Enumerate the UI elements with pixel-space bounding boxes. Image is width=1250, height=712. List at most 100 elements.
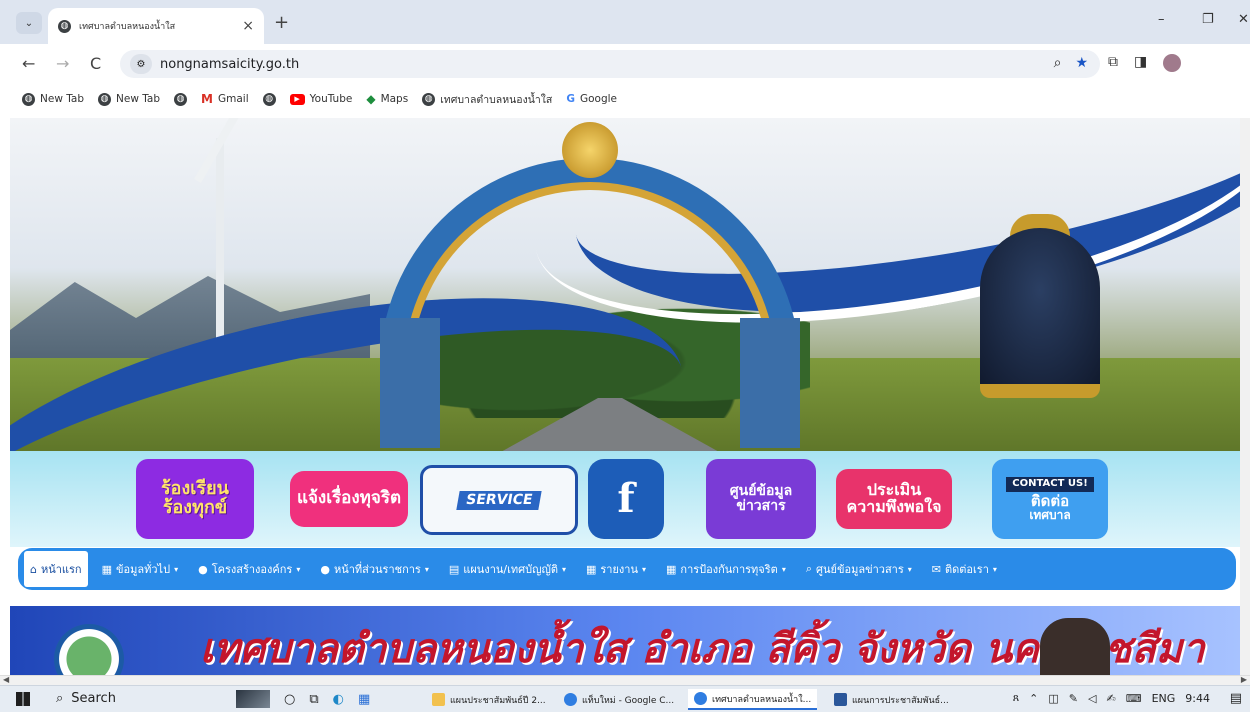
report-corruption-button[interactable]: แจ้งเรื่องทุจริต [290,471,408,527]
globe-icon: ◍ [58,19,71,33]
globe-icon: ◍ [262,92,276,106]
chevron-down-icon: ▾ [907,564,912,574]
chevron-down-icon: ▾ [781,564,786,574]
complaint-button[interactable]: ร้องเรียน ร้องทุกข์ [136,459,254,539]
taskbar-search[interactable]: ⌕ Search [56,691,116,706]
nav-org-structure[interactable]: ● โครงสร้างองค์กร ▾ [192,554,306,584]
bell-graphic [980,228,1100,398]
new-tab-button[interactable]: + [274,12,289,33]
edge-icon[interactable]: ◐ [333,692,344,707]
taskbar-app-chrome-municipality[interactable]: เทศบาลตำบลหนองน้ำใ... [688,689,818,710]
nav-general-info[interactable]: ▦ ข้อมูลทั่วไป ▾ [96,554,184,584]
scroll-left-icon[interactable]: ◀ [3,675,9,684]
header-banner-image [10,118,1240,451]
side-panel-icon[interactable]: ◨ [1134,54,1147,72]
cortana-icon[interactable]: ○ [284,692,295,707]
youtube-icon: ▶ [289,93,305,105]
e-service-button[interactable]: SERVICE [420,465,578,535]
language-indicator[interactable]: ENG [1152,692,1176,705]
home-icon: ⌂ [30,562,37,576]
bookmark-google[interactable]: G Google [566,93,617,105]
bookmark-untitled-1[interactable]: ◍ [174,92,188,106]
nav-home[interactable]: ⌂ หน้าแรก [24,551,88,587]
title-banner: เทศบาลตำบลหนองน้ำใส อำเภอ สีคิ้ว จังหวัด… [10,606,1240,675]
vertical-scrollbar[interactable] [1240,118,1250,675]
address-bar[interactable]: ⚙ nongnamsaicity.go.th ⌕ ★ [120,50,1100,78]
bookmark-new-tab-2[interactable]: ◍ New Tab [98,92,160,106]
profile-avatar[interactable] [1163,54,1182,72]
grid-icon: ▦ [101,562,112,576]
wind-turbine-graphic [216,138,224,368]
nav-plans[interactable]: ▤ แผนงาน/เทศบัญญัติ ▾ [443,554,572,584]
google-icon: G [566,93,575,105]
info-center-button[interactable]: ศูนย์ข้อมูล ข่าวสาร [706,459,816,539]
chevron-down-icon: ▾ [424,564,429,574]
widgets-thumbnail[interactable] [236,690,270,708]
browser-toolbar: ← → C ⚙ nongnamsaicity.go.th ⌕ ★ ⧉ ◨ [0,44,1250,84]
chevron-down-icon: ▾ [296,564,301,574]
network-icon[interactable]: ◫ [1048,692,1058,705]
back-button[interactable]: ← [22,54,35,73]
mail-icon: ✉ [931,562,941,576]
clock[interactable]: 9:44 [1185,692,1210,705]
service-links-strip: ร้องเรียน ร้องทุกข์ แจ้งเรื่องทุจริต SERV… [10,451,1240,547]
minimize-button[interactable]: – [1158,12,1165,27]
url-text: nongnamsaicity.go.th [160,56,300,72]
system-tray: ጸ ⌃ ◫ ✎ ◁ ✍ ⌨ ENG 9:44 [1013,691,1210,705]
bookmark-municipality[interactable]: ◍ เทศบาลตำบลหนองน้ำใส [422,91,552,108]
site-info-icon[interactable]: ⚙ [130,54,152,74]
chrome-icon [564,693,577,706]
taskbar-app-file-explorer[interactable]: แผนประชาสัมพันธ์ปี 2... [426,689,552,710]
store-icon[interactable]: ▦ [358,692,370,707]
volume-muted-icon[interactable]: ◁ [1088,692,1096,705]
nav-info-center[interactable]: ⌕ ศูนย์ข้อมูลข่าวสาร ▾ [800,554,918,584]
zoom-icon[interactable]: ⌕ [1054,55,1062,71]
notifications-icon[interactable]: ▤ [1230,691,1242,706]
taskbar-app-chrome-newtab[interactable]: แท็บใหม่ - Google C... [558,689,680,710]
chrome-icon [694,692,707,705]
close-window-button[interactable]: ✕ [1238,12,1249,27]
nav-contact[interactable]: ✉ ติดต่อเรา ▾ [926,554,1003,584]
bookmark-maps[interactable]: ◆ Maps [366,92,408,106]
restore-button[interactable]: ❐ [1202,12,1214,27]
bookmark-new-tab-1[interactable]: ◍ New Tab [22,92,84,106]
keyboard-icon[interactable]: ⌨ [1126,692,1142,705]
grid-icon: ▦ [585,562,597,576]
taskbar-app-word[interactable]: แผนการประชาสัมพันธ์... [828,689,955,710]
mayor-photo [1040,618,1110,675]
tab-strip: ⌄ ◍ เทศบาลตำบลหนองน้ำใส × + – ❐ ✕ [0,0,1250,44]
bookmark-youtube[interactable]: ▶ YouTube [289,93,352,105]
globe-icon: ◍ [22,92,35,106]
folder-icon [432,693,445,706]
facebook-icon: f [617,475,635,522]
task-view-icon[interactable]: ⧉ [309,692,318,707]
close-tab-icon[interactable]: × [242,18,254,34]
chevron-down-icon: ▾ [992,564,997,574]
stylus-icon[interactable]: ✍ [1106,692,1115,705]
satisfaction-survey-button[interactable]: ประเมิน ความพึงพอใจ [836,469,952,529]
nav-anti-corruption[interactable]: ▦ การป้องกันการทุจริต ▾ [660,554,792,584]
scroll-right-icon[interactable]: ▶ [1241,675,1247,684]
royal-crest-graphic [562,122,618,178]
horizontal-scrollbar[interactable]: ◀ ▶ [0,675,1250,685]
bookmark-gmail[interactable]: M Gmail [201,92,249,106]
web-page: ร้องเรียน ร้องทุกข์ แจ้งเรื่องทุจริต SERV… [10,118,1240,675]
tab-search-button[interactable]: ⌄ [16,12,42,34]
chevron-down-icon: ▾ [174,564,179,574]
chevron-up-icon[interactable]: ⌃ [1029,692,1038,705]
facebook-button[interactable]: f [588,459,664,539]
windows-start-icon[interactable] [16,692,30,706]
forward-button[interactable]: → [56,54,69,73]
extensions-icon[interactable]: ⧉ [1108,54,1118,72]
gate-pillar-left [380,318,440,448]
pen-icon[interactable]: ✎ [1069,692,1078,705]
people-icon[interactable]: ጸ [1013,691,1019,705]
contact-us-button[interactable]: CONTACT US! ติดต่อ เทศบาล [992,459,1108,539]
gmail-icon: M [201,92,213,106]
bookmark-untitled-2[interactable]: ◍ [262,92,276,106]
browser-tab[interactable]: ◍ เทศบาลตำบลหนองน้ำใส × [48,8,264,44]
reload-button[interactable]: C [90,54,101,73]
bookmark-star-icon[interactable]: ★ [1075,55,1088,71]
nav-departments[interactable]: ● หน้าที่ส่วนราชการ ▾ [314,554,435,584]
nav-reports[interactable]: ▦ รายงาน ▾ [580,554,652,584]
